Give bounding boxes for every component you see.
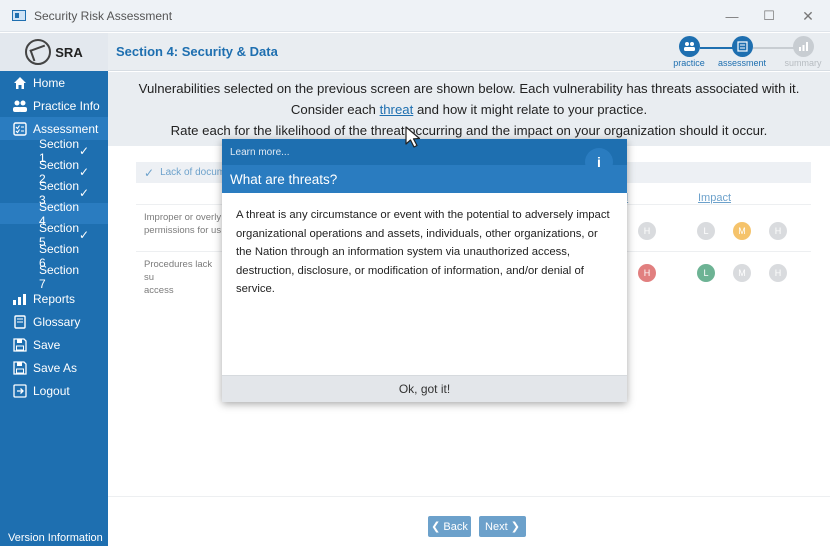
save-as-icon <box>12 360 28 376</box>
check-icon: ✓ <box>79 143 90 158</box>
title-bar: Security Risk Assessment — ☐ ✕ <box>0 0 830 32</box>
sidebar-item-save[interactable]: Save <box>0 333 108 356</box>
sidebar-item-label: Home <box>33 75 66 90</box>
sidebar-item-glossary[interactable]: Glossary <box>0 310 108 333</box>
close-button[interactable]: ✕ <box>790 0 826 32</box>
logout-icon <box>12 383 28 399</box>
instructions: Vulnerabilities selected on the previous… <box>108 72 830 146</box>
sidebar-item-label: Save <box>33 337 61 352</box>
instruction-line-3: Rate each for the likelihood of the thre… <box>170 123 768 138</box>
sidebar-item-label: Assessment <box>33 121 99 136</box>
section-label: Section 7 <box>39 262 80 291</box>
sra-logo: SRA <box>0 33 108 71</box>
window-title: Security Risk Assessment <box>34 8 173 23</box>
sidebar-item-logout[interactable]: Logout <box>0 379 108 402</box>
instruction-text: Consider each <box>290 102 380 117</box>
sidebar-item-label: Save As <box>33 360 78 375</box>
sidebar-item-label: Logout <box>33 383 70 398</box>
step-label: assessment <box>717 58 767 68</box>
page-title: Section 4: Security & Data <box>116 44 278 59</box>
step-assessment[interactable]: assessment <box>712 36 772 68</box>
section-header: Section 4: Security & Data practice asse… <box>108 33 830 71</box>
modal-title: What are threats? <box>222 165 627 193</box>
sidebar: SRA Home Practice Info Assessment Sectio… <box>0 33 108 546</box>
people-icon <box>12 98 28 114</box>
instruction-line-2: Consider each threat and how it might re… <box>108 99 830 120</box>
threats-info-modal: Learn more... What are threats? i A thre… <box>222 139 627 402</box>
home-icon <box>12 75 28 91</box>
checklist-icon <box>12 121 28 137</box>
mouse-cursor-icon <box>405 126 421 148</box>
app-icon <box>12 10 26 21</box>
step-practice[interactable]: practice <box>659 36 719 68</box>
check-icon: ✓ <box>79 164 90 179</box>
sidebar-item-save-as[interactable]: Save As <box>0 356 108 379</box>
sidebar-item-label: Glossary <box>33 314 81 329</box>
logo-text: SRA <box>55 44 83 60</box>
minimize-button[interactable]: — <box>714 0 750 32</box>
book-icon <box>12 314 28 330</box>
step-label: summary <box>784 58 822 68</box>
sidebar-item-label: Practice Info <box>33 98 100 113</box>
threat-link[interactable]: threat <box>380 102 414 117</box>
learn-more-label: Learn more... <box>222 139 627 165</box>
info-icon: i <box>585 148 613 176</box>
version-info-link[interactable]: Version Information <box>8 532 103 546</box>
step-label: practice <box>673 58 705 68</box>
check-icon: ✓ <box>79 185 90 200</box>
chart-icon <box>792 36 814 57</box>
step-summary[interactable]: summary <box>773 36 830 68</box>
sidebar-item-practice-info[interactable]: Practice Info <box>0 94 108 117</box>
modal-body-text: A threat is any circumstance or event wi… <box>236 209 610 296</box>
instruction-line-1: Vulnerabilities selected on the previous… <box>138 81 800 96</box>
maximize-button[interactable]: ☐ <box>751 0 787 32</box>
sidebar-item-home[interactable]: Home <box>0 71 108 94</box>
checklist-icon <box>731 36 753 57</box>
people-icon <box>678 36 700 57</box>
save-icon <box>12 337 28 353</box>
ok-got-it-button[interactable]: Ok, got it! <box>222 375 627 402</box>
hhs-eagle-icon <box>25 39 52 65</box>
check-icon: ✓ <box>79 227 90 242</box>
sidebar-item-label: Reports <box>33 291 76 306</box>
instruction-text: and how it might relate to your practice… <box>413 102 648 117</box>
sidebar-item-section-7[interactable]: Section 7 <box>0 263 108 291</box>
chart-icon <box>12 291 28 307</box>
